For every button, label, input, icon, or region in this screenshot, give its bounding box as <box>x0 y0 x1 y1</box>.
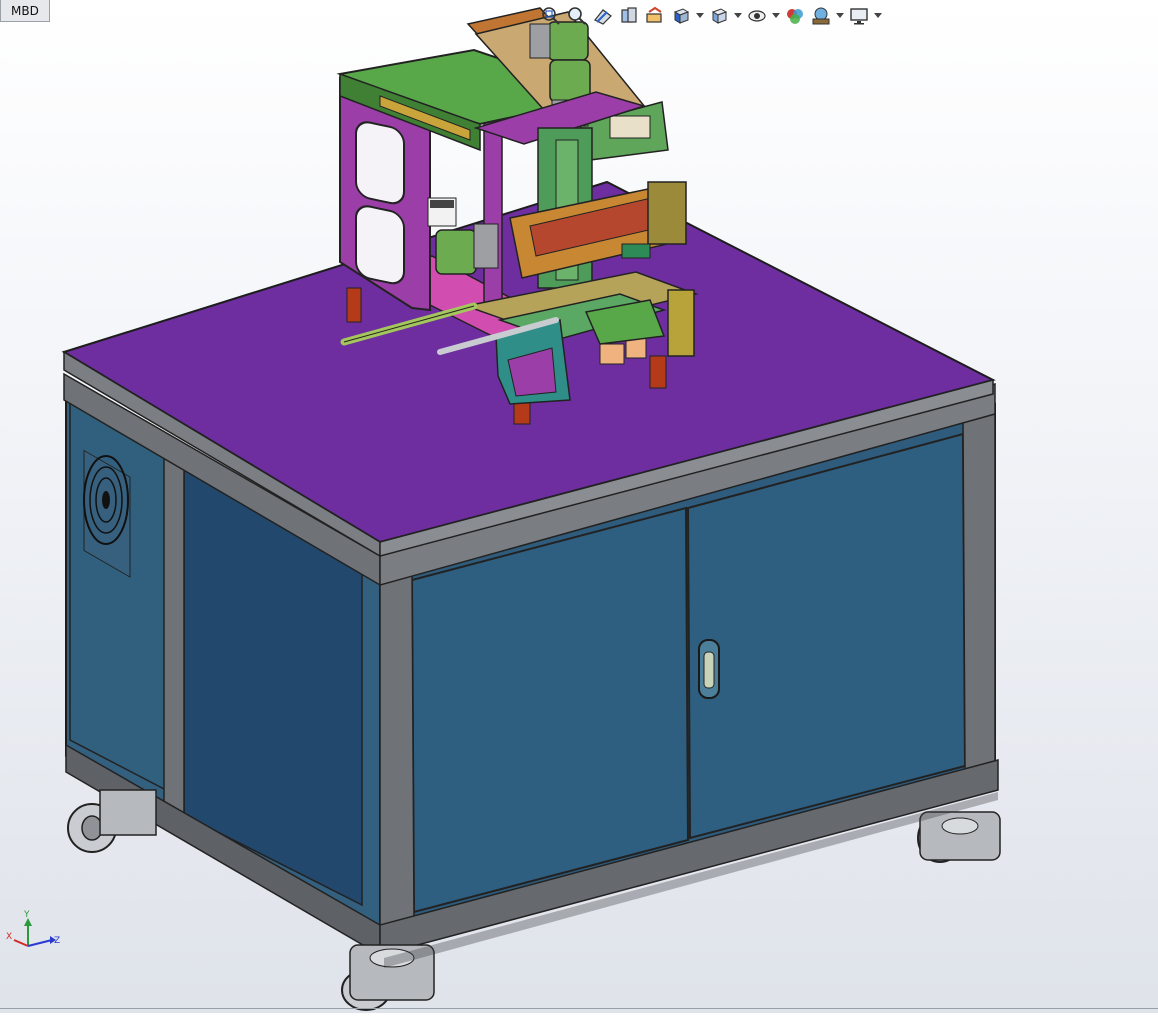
zoom-to-fit-icon[interactable] <box>540 5 562 27</box>
view-settings-dropdown-icon[interactable] <box>874 5 882 27</box>
view-settings-icon[interactable] <box>848 5 870 27</box>
model-canvas[interactable] <box>0 0 1158 1013</box>
heads-up-view-toolbar <box>540 3 882 29</box>
display-style-icon[interactable] <box>708 5 730 27</box>
triad-x-label: X <box>6 932 13 942</box>
caster-front-right <box>917 811 1001 863</box>
display-style-dropdown-icon[interactable] <box>734 5 742 27</box>
apply-scene-icon[interactable] <box>810 5 832 27</box>
cabinet-front-post-left <box>379 568 415 937</box>
stepper-motor-side <box>435 223 499 275</box>
tab-mbd[interactable]: MBD <box>0 0 50 22</box>
3d-viewport[interactable]: Y Z X <box>0 0 1158 1013</box>
cabinet-left-post-front <box>163 454 185 822</box>
machine-leg-1 <box>346 287 362 323</box>
section-view-icon[interactable] <box>618 5 640 27</box>
axis-triad <box>13 918 56 947</box>
view-orientation-icon[interactable] <box>670 5 692 27</box>
viewport-bottom-border <box>0 1008 1158 1009</box>
triad-y-label: Y <box>24 910 30 920</box>
green-pcb <box>621 243 651 259</box>
machine-leg-3 <box>649 355 667 389</box>
cabinet-door-left[interactable] <box>410 506 690 914</box>
view-orientation-dropdown-icon[interactable] <box>696 5 704 27</box>
hide-show-items-icon[interactable] <box>746 5 768 27</box>
edit-appearance-icon[interactable] <box>784 5 806 27</box>
caster-front-left <box>67 789 157 853</box>
apply-scene-dropdown-icon[interactable] <box>836 5 844 27</box>
previous-view-icon[interactable] <box>592 5 614 27</box>
triad-z-label: Z <box>54 936 61 946</box>
hide-show-dropdown-icon[interactable] <box>772 5 780 27</box>
zoom-to-area-icon[interactable] <box>566 5 588 27</box>
cabinet-front-post-right <box>962 411 996 779</box>
dynamic-annotation-icon[interactable] <box>644 5 666 27</box>
